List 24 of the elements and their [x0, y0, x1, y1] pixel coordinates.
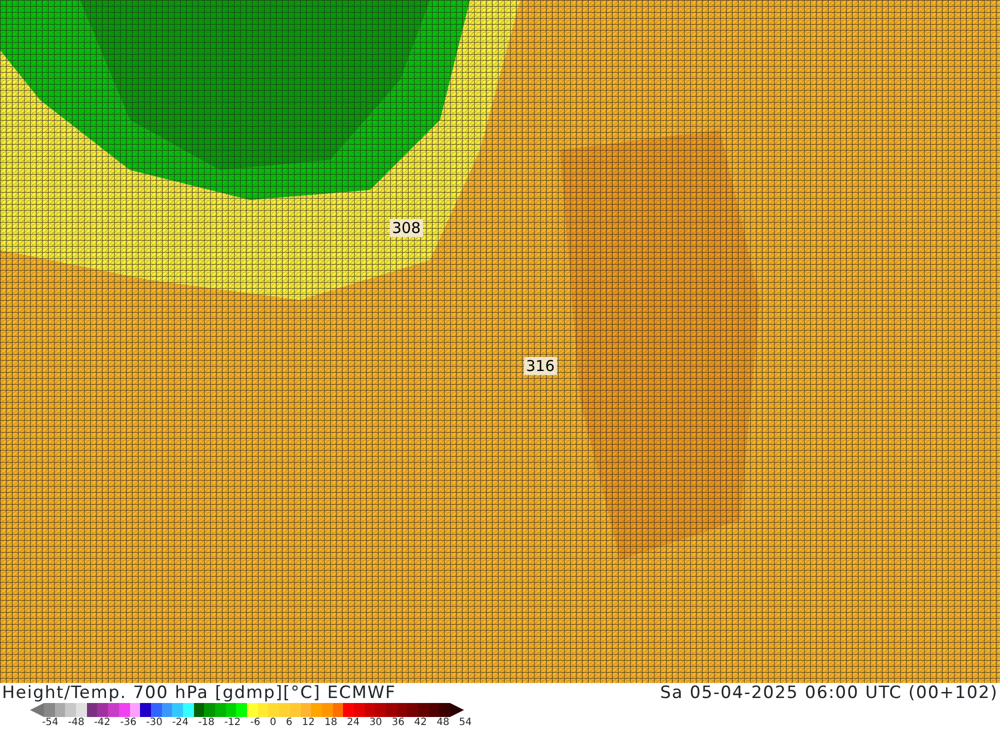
- legend-tick-label: 6: [286, 717, 292, 729]
- legend-tick-label: 30: [369, 717, 382, 729]
- legend-tick-label: -36: [120, 717, 136, 729]
- legend-tick-label: -6: [250, 717, 260, 729]
- legend-tick-label: 12: [302, 717, 315, 729]
- legend-tick-label: 54: [459, 717, 472, 729]
- map-title: Height/Temp. 700 hPa [gdmp][°C] ECMWF: [2, 683, 396, 703]
- contour-label: 308: [390, 219, 423, 237]
- legend-tick-label: 48: [436, 717, 450, 729]
- legend-tick-label: -24: [172, 717, 188, 729]
- forecast-time: Sa 05-04-2025 06:00 UTC (00+102): [660, 683, 998, 703]
- contour-label: 316: [524, 357, 557, 375]
- legend-tick-label: -42: [94, 717, 110, 729]
- legend-tick-label: -12: [224, 717, 241, 729]
- legend-tick-label: 24: [346, 717, 360, 729]
- legend-tick-label: -30: [146, 717, 162, 729]
- legend-arrow-right: [450, 703, 464, 717]
- legend-tick-label: 36: [392, 717, 404, 729]
- legend-tick-label: -48: [68, 717, 84, 729]
- legend-tick-label: -18: [198, 717, 215, 729]
- legend-tick-label: 42: [414, 717, 427, 729]
- legend-tick-label: 0: [270, 717, 276, 729]
- legend-tick-label: 18: [324, 717, 338, 729]
- legend-tick-label: -54: [42, 717, 58, 729]
